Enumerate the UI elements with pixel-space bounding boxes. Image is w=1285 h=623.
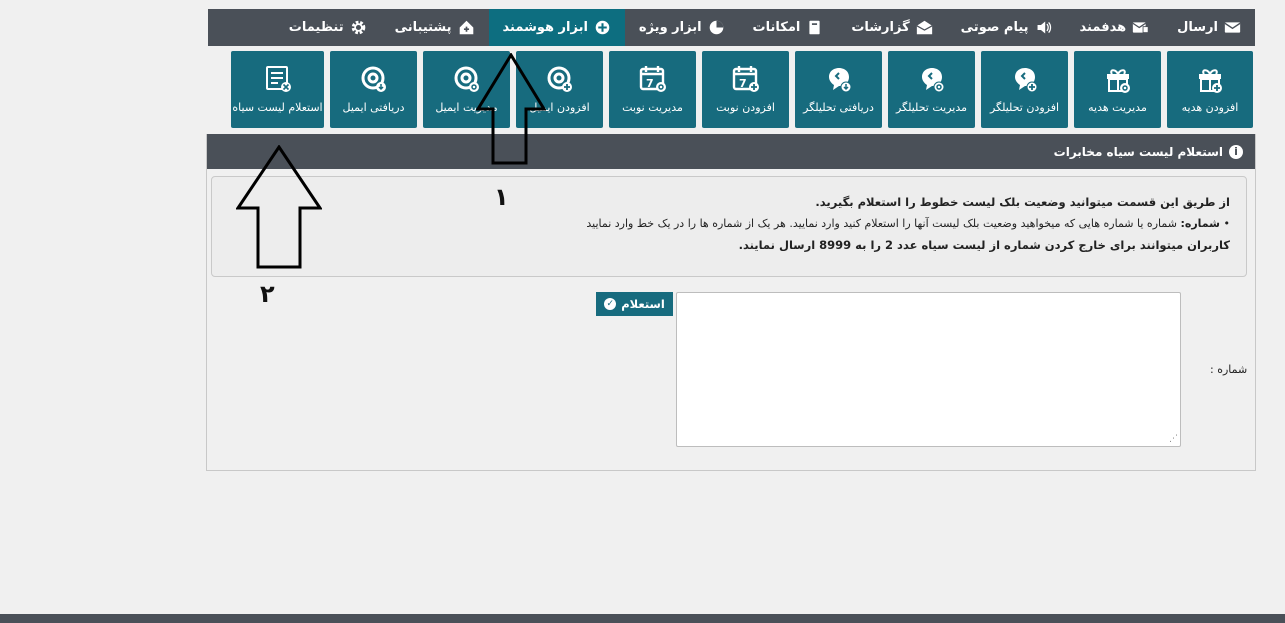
tool-received-email[interactable]: دریافتی ایمیل: [330, 51, 417, 128]
nav-send[interactable]: ارسال: [1163, 9, 1255, 46]
envelope-list-icon: [1132, 22, 1149, 34]
nav-targeted[interactable]: هدفمند: [1066, 9, 1164, 46]
tool-manage-appointment-label: مدیریت نوبت: [622, 101, 683, 114]
tool-manage-gift-label: مدیریت هدیه: [1088, 101, 1147, 114]
resize-grip-icon[interactable]: ⋰: [1169, 434, 1178, 444]
top-navigation: ارسال هدفمند پیام صوتی گزارشات امکانات ا…: [208, 9, 1255, 46]
annotation-arrow-up-2: [236, 145, 322, 269]
blacklist-panel: i استعلام لیست سیاه مخابرات از طریق این …: [206, 134, 1256, 471]
nav-reports-label: گزارشات: [851, 20, 910, 35]
number-label: شماره :: [1210, 363, 1248, 376]
nav-targeted-label: هدفمند: [1079, 20, 1127, 35]
panel-title: استعلام لیست سیاه مخابرات: [1053, 144, 1223, 159]
notice-line-3: کاربران میتوانند برای خارج کردن شماره از…: [738, 238, 1230, 252]
tool-add-analyzer[interactable]: افزودن تحلیلگر: [981, 51, 1068, 128]
chat-add-icon: [1014, 68, 1037, 93]
svg-text:7: 7: [646, 77, 654, 90]
number-input[interactable]: [676, 292, 1181, 447]
annotation-arrow-up-1: [476, 53, 546, 165]
book-icon: [809, 20, 820, 35]
email-download-icon: [361, 66, 386, 92]
tool-manage-gift[interactable]: مدیریت هدیه: [1074, 51, 1161, 128]
nav-settings[interactable]: تنظیمات: [275, 9, 381, 46]
pie-chart-icon: [709, 20, 723, 35]
tool-blacklist-inquiry-label: استعلام لیست سیاه: [232, 101, 323, 114]
inquiry-button-label: استعلام: [621, 297, 665, 311]
email-add-icon: [547, 66, 572, 92]
gift-add-icon: [1199, 69, 1222, 93]
tool-manage-analyzer[interactable]: مدیریت تحلیلگر: [888, 51, 975, 128]
tool-manage-appointment[interactable]: 7 مدیریت نوبت: [609, 51, 696, 128]
nav-features-label: امکانات: [752, 20, 801, 35]
nav-smart-tools-label: ابزار هوشمند: [502, 20, 588, 35]
gear-icon: [351, 20, 365, 35]
tool-add-analyzer-label: افزودن تحلیلگر: [989, 101, 1060, 114]
nav-voice-message-label: پیام صوتی: [960, 20, 1029, 35]
nav-special-tools-label: ابزار ویژه: [638, 20, 702, 35]
tool-add-appointment[interactable]: 7 افزودن نوبت: [702, 51, 789, 128]
nav-settings-label: تنظیمات: [288, 20, 344, 35]
tool-add-gift-label: افزودن هدیه: [1181, 101, 1239, 114]
tool-received-analyzer-label: دریافتی تحلیلگر: [803, 101, 874, 114]
info-icon: i: [1229, 144, 1243, 159]
tool-blacklist-inquiry[interactable]: استعلام لیست سیاه: [231, 51, 324, 128]
notice-line-2-text: شماره یا شماره هایی که میخواهید وضعیت بل…: [586, 217, 1181, 230]
svg-text:7: 7: [739, 77, 747, 90]
chat-download-icon: [828, 68, 851, 93]
tool-received-analyzer[interactable]: دریافتی تحلیلگر: [795, 51, 882, 128]
envelope-icon: [1224, 22, 1241, 33]
nav-support-label: پشتیبانی: [394, 20, 452, 35]
nav-special-tools[interactable]: ابزار ویژه: [625, 9, 739, 46]
notice-line-2-key: شماره:: [1180, 217, 1220, 230]
chat-settings-icon: [921, 68, 944, 93]
gift-settings-icon: [1106, 69, 1130, 93]
open-envelope-icon: [916, 20, 933, 35]
footer-bar: [0, 614, 1285, 623]
annotation-marker-1: ۱: [494, 183, 509, 211]
notice-box: از طریق این قسمت میتوانید وضعیت بلک لیست…: [211, 176, 1247, 277]
nav-reports[interactable]: گزارشات: [837, 9, 946, 46]
plus-circle-icon: [595, 20, 610, 35]
tool-manage-analyzer-label: مدیریت تحلیلگر: [895, 101, 968, 114]
tool-received-email-label: دریافتی ایمیل: [342, 101, 405, 114]
annotation-marker-2: ۲: [260, 280, 275, 308]
inquiry-button[interactable]: استعلام ✓: [596, 292, 673, 316]
notice-line-2: • شماره: شماره یا شماره هایی که میخواهید…: [586, 217, 1230, 230]
nav-voice-message[interactable]: پیام صوتی: [947, 9, 1066, 46]
panel-header: i استعلام لیست سیاه مخابرات: [207, 134, 1255, 169]
nav-smart-tools[interactable]: ابزار هوشمند: [488, 9, 625, 46]
list-blocked-icon: [265, 66, 291, 92]
nav-send-label: ارسال: [1177, 20, 1218, 35]
home-icon: [459, 20, 473, 35]
nav-features[interactable]: امکانات: [739, 9, 838, 46]
calendar-add-icon: 7: [732, 66, 759, 92]
speaker-icon: [1037, 21, 1051, 34]
tool-add-gift[interactable]: افزودن هدیه: [1167, 51, 1253, 128]
notice-line-1: از طریق این قسمت میتوانید وضعیت بلک لیست…: [815, 195, 1230, 209]
nav-support[interactable]: پشتیبانی: [381, 9, 489, 46]
calendar-settings-icon: 7: [639, 66, 666, 92]
tool-add-appointment-label: افزودن نوبت: [716, 101, 775, 114]
check-circle-icon: ✓: [604, 298, 617, 310]
